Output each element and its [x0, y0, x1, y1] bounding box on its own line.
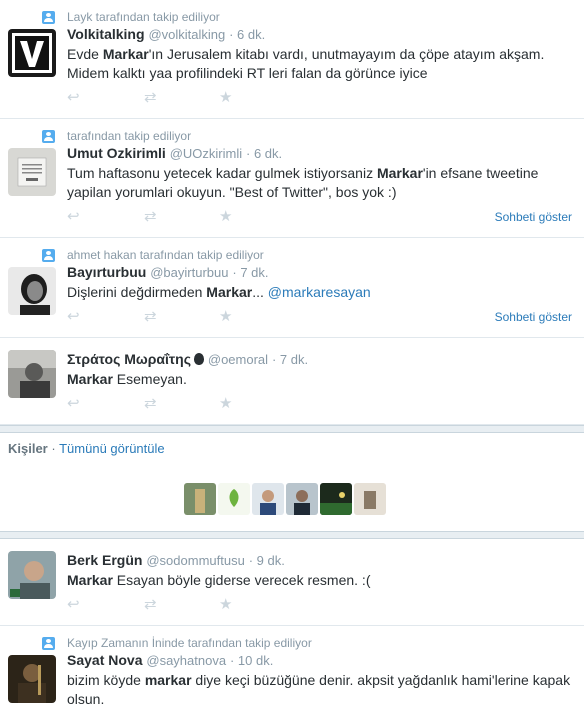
tweet-item[interactable]: Στράτος Μωραΐτης @oemoral · 7 dk. Markar…	[0, 338, 584, 425]
reply-icon[interactable]: ↩	[67, 209, 80, 225]
star-icon[interactable]: ★	[219, 396, 232, 412]
people-header: Kişiler · Tümünü görüntüle	[8, 441, 576, 456]
tweet-actions: ↩ ⇄ ★	[67, 595, 572, 617]
people-avatar[interactable]	[252, 483, 284, 515]
people-label: Kişiler	[8, 441, 48, 456]
tweet-username[interactable]: @volkitalking	[148, 27, 225, 42]
tweet-context: ahmet hakan tarafından takip ediliyor	[42, 248, 572, 263]
tweet-fullname[interactable]: Bayırturbuu	[67, 264, 146, 280]
tweet-username[interactable]: @UOzkirimli	[170, 146, 242, 161]
section-divider	[0, 531, 584, 539]
reply-icon[interactable]: ↩	[67, 597, 80, 613]
apple-icon	[193, 353, 204, 365]
tweet-text: Markar Esemeyan.	[67, 371, 187, 387]
retweet-icon[interactable]: ⇄	[144, 209, 157, 225]
tweet-timestamp[interactable]: · 9 dk.	[249, 553, 285, 568]
tweet-actions: ↩ ⇄ ★	[67, 88, 572, 110]
tweet-timestamp[interactable]: · 10 dk.	[230, 653, 273, 668]
people-avatar[interactable]	[354, 483, 386, 515]
reply-icon[interactable]: ↩	[67, 396, 80, 412]
retweet-icon[interactable]: ⇄	[144, 90, 157, 106]
tweet-header: Volkitalking @volkitalking · 6 dk.	[67, 25, 572, 44]
context-text: tarafından takip ediliyor	[67, 129, 192, 143]
tweet-item[interactable]: Berk Ergün @sodommuftusu · 9 dk. Markar …	[0, 539, 584, 626]
tweet-fullname[interactable]: Umut Ozkirimli	[67, 145, 166, 161]
tweet-text: bizim köyde markar diye keçi büzüğüne de…	[67, 672, 571, 707]
avatar[interactable]	[8, 267, 56, 315]
people-avatar[interactable]	[320, 483, 352, 515]
tweet-header: Umut Ozkirimli @UOzkirimli · 6 dk.	[67, 144, 572, 163]
tweet-username[interactable]: @sodommuftusu	[146, 553, 244, 568]
retweet-icon[interactable]: ⇄	[144, 597, 157, 613]
tweet-timestamp[interactable]: · 7 dk.	[272, 352, 308, 367]
avatar[interactable]	[8, 551, 56, 599]
tweet-header: Στράτος Μωραΐτης @oemoral · 7 dk.	[67, 350, 572, 369]
context-text: Layk tarafından takip ediliyor	[67, 10, 220, 24]
tweet-item[interactable]: Kayıp Zamanın İninde tarafından takip ed…	[0, 626, 584, 709]
tweet-text: Tum haftasonu yetecek kadar gulmek istiy…	[67, 165, 539, 200]
reply-icon[interactable]: ↩	[67, 90, 80, 106]
tweet-context: Kayıp Zamanın İninde tarafından takip ed…	[42, 636, 572, 651]
people-avatar[interactable]	[286, 483, 318, 515]
tweet-item[interactable]: ahmet hakan tarafından takip ediliyor Ba…	[0, 238, 584, 338]
tweet-timestamp[interactable]: · 6 dk.	[229, 27, 265, 42]
tweet-fullname[interactable]: Volkitalking	[67, 26, 145, 42]
section-divider	[0, 425, 584, 433]
view-all-link[interactable]: Tümünü görüntüle	[59, 441, 165, 456]
people-avatar[interactable]	[184, 483, 216, 515]
show-conversation-link[interactable]: Sohbeti göster	[495, 210, 572, 224]
star-icon[interactable]: ★	[219, 309, 232, 325]
avatar[interactable]	[8, 148, 56, 196]
reply-icon[interactable]: ↩	[67, 309, 80, 325]
tweet-item[interactable]: tarafından takip ediliyor Umut Ozkirimli…	[0, 119, 584, 238]
people-separator: ·	[51, 441, 56, 456]
star-icon[interactable]: ★	[219, 597, 232, 613]
person-follow-icon	[42, 637, 55, 650]
avatar[interactable]	[8, 655, 56, 703]
tweet-fullname[interactable]: Στράτος Μωραΐτης	[67, 351, 191, 367]
tweet-header: Berk Ergün @sodommuftusu · 9 dk.	[67, 551, 572, 570]
tweet-text: Dişlerini değdirmeden Markar... @markare…	[67, 284, 371, 300]
show-conversation-link[interactable]: Sohbeti göster	[495, 310, 572, 324]
tweet-username[interactable]: @oemoral	[208, 352, 268, 367]
person-follow-icon	[42, 11, 55, 24]
person-follow-icon	[42, 249, 55, 262]
tweet-text: Markar Esayan böyle giderse verecek resm…	[67, 572, 371, 588]
avatar[interactable]	[8, 29, 56, 77]
people-avatars	[184, 483, 386, 515]
tweet-actions: ↩ ⇄ ★ Sohbeti göster	[67, 307, 572, 329]
tweet-item[interactable]: Layk tarafından takip ediliyor Volkitalk…	[0, 0, 584, 119]
tweet-header: Bayırturbuu @bayirturbuu · 7 dk.	[67, 263, 572, 282]
tweet-header: Sayat Nova @sayhatnova · 10 dk.	[67, 651, 572, 670]
person-follow-icon	[42, 130, 55, 143]
tweet-text: Evde Markar'ın Jerusalem kitabı vardı, u…	[67, 46, 545, 81]
tweet-context: tarafından takip ediliyor	[42, 129, 572, 144]
tweet-fullname[interactable]: Sayat Nova	[67, 652, 142, 668]
context-text: ahmet hakan tarafından takip ediliyor	[67, 248, 264, 262]
people-avatar[interactable]	[218, 483, 250, 515]
retweet-icon[interactable]: ⇄	[144, 309, 157, 325]
star-icon[interactable]: ★	[219, 90, 232, 106]
tweet-actions: ↩ ⇄ ★	[67, 394, 572, 416]
tweet-username[interactable]: @bayirturbuu	[150, 265, 228, 280]
tweet-timestamp[interactable]: · 6 dk.	[246, 146, 282, 161]
tweet-username[interactable]: @sayhatnova	[146, 653, 226, 668]
retweet-icon[interactable]: ⇄	[144, 396, 157, 412]
context-text: Kayıp Zamanın İninde tarafından takip ed…	[67, 636, 312, 650]
tweet-context: Layk tarafından takip ediliyor	[42, 10, 572, 25]
star-icon[interactable]: ★	[219, 209, 232, 225]
tweet-fullname[interactable]: Berk Ergün	[67, 552, 142, 568]
people-module: Kişiler · Tümünü görüntüle	[0, 433, 584, 531]
avatar[interactable]	[8, 350, 56, 398]
tweet-timestamp[interactable]: · 7 dk.	[232, 265, 268, 280]
tweet-actions: ↩ ⇄ ★ Sohbeti göster	[67, 207, 572, 229]
